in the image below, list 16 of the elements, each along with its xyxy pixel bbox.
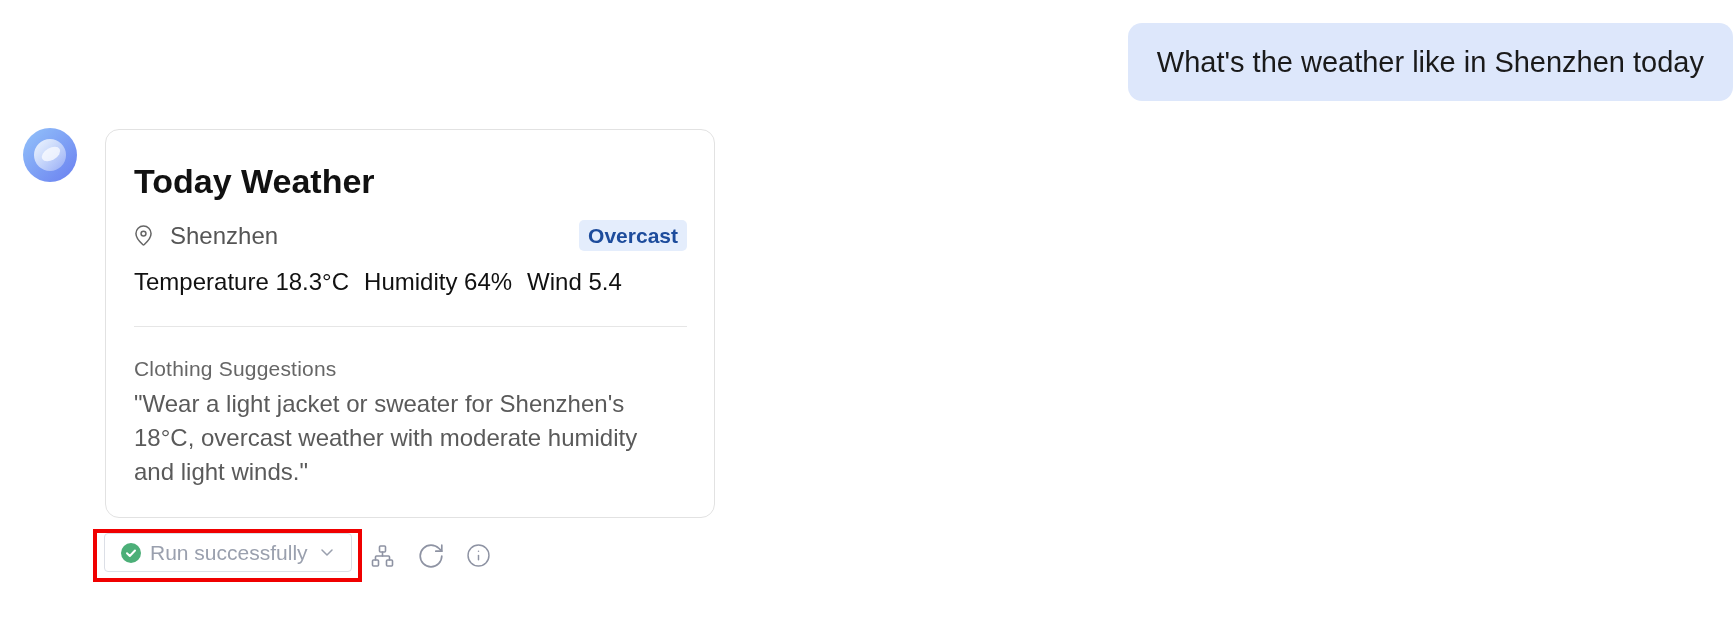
weather-stat: Temperature 18.3°C: [134, 267, 350, 297]
run-status-dropdown[interactable]: Run successfully: [104, 533, 352, 572]
refresh-icon[interactable]: [418, 543, 443, 568]
location-pin-icon: [135, 225, 152, 246]
chevron-down-icon: [320, 549, 333, 556]
condition-badge: Overcast: [579, 220, 687, 251]
weather-stat: Wind 5.4: [527, 267, 622, 297]
user-message-bubble: What's the weather like in Shenzhen today: [1127, 23, 1733, 101]
section-label: Clothing Suggestions: [134, 356, 337, 382]
weather-stat: Humidity 64%: [364, 267, 513, 297]
hierarchy-icon[interactable]: [370, 544, 394, 567]
info-icon[interactable]: [466, 544, 490, 567]
location-text: Shenzhen: [170, 220, 279, 251]
card-title: Today Weather: [134, 161, 375, 201]
clothing-suggestion-text: "Wear a light jacket or sweater for Shenzhen's 18°C, overcast weather with moderate humidity and light winds.": [134, 389, 639, 487]
assistant-avatar-icon: [23, 128, 77, 182]
